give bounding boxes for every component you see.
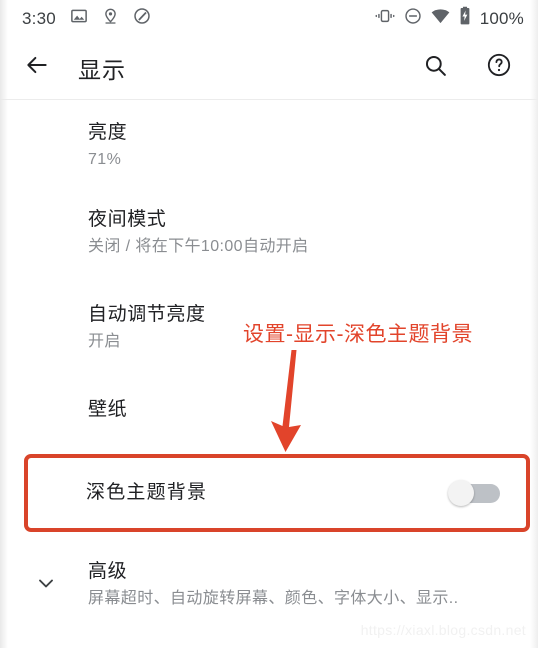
advanced-expand-button[interactable] xyxy=(26,565,66,605)
annotation-text: 设置-显示-深色主题背景 xyxy=(243,323,473,346)
status-bar-left: 3:30 xyxy=(22,7,151,30)
down-arrow-annotation-icon xyxy=(252,348,332,460)
setting-row-advanced[interactable]: 高级 屏幕超时、自动旋转屏幕、颜色、字体大小、显示.. xyxy=(0,542,538,628)
row-text: 高级 屏幕超时、自动旋转屏幕、颜色、字体大小、显示.. xyxy=(88,559,512,610)
row-title: 夜间模式 xyxy=(88,209,167,231)
help-button[interactable] xyxy=(482,51,516,85)
setting-row-night-mode[interactable]: 夜间模式 关闭 / 将在下午10:00自动开启 xyxy=(0,184,538,282)
battery-percent-label: 100% xyxy=(479,8,524,28)
toggle-thumb xyxy=(448,480,474,506)
search-button[interactable] xyxy=(418,51,452,85)
do-not-disturb-slash-icon xyxy=(133,7,151,30)
row-title: 深色主题背景 xyxy=(86,482,208,504)
row-text: 深色主题背景 xyxy=(86,480,448,506)
status-bar: 3:30 100% xyxy=(0,0,538,36)
back-arrow-icon xyxy=(24,52,50,83)
row-subtitle: 71% xyxy=(88,151,122,169)
status-time: 3:30 xyxy=(22,8,56,28)
setting-row-dark-theme[interactable]: 深色主题背景 xyxy=(24,454,530,532)
row-text: 夜间模式 关闭 / 将在下午10:00自动开启 xyxy=(88,207,512,258)
setting-row-brightness[interactable]: 亮度 71% xyxy=(0,108,538,184)
search-icon xyxy=(423,53,448,83)
app-bar: 显示 xyxy=(0,36,538,100)
help-circle-icon xyxy=(486,52,512,83)
status-bar-right: 100% xyxy=(375,6,524,30)
page-title: 显示 xyxy=(78,56,126,83)
dark-theme-toggle[interactable] xyxy=(448,480,500,506)
row-text: 亮度 71% xyxy=(88,120,512,171)
wifi-icon xyxy=(431,8,450,29)
back-button[interactable] xyxy=(18,49,56,87)
image-icon xyxy=(70,7,88,30)
app-bar-actions xyxy=(418,51,516,85)
row-title: 亮度 xyxy=(88,122,128,144)
row-subtitle: 屏幕超时、自动旋转屏幕、颜色、字体大小、显示.. xyxy=(88,590,459,608)
phone-screen: 3:30 100% 显示 亮度 71% 夜间模式 关闭 / 将在下午10:00自… xyxy=(0,0,538,648)
watermark: https://xiaxl.blog.csdn.net xyxy=(360,622,526,638)
dnd-minus-circle-icon xyxy=(404,7,422,30)
vibrate-icon xyxy=(375,8,395,29)
battery-charging-icon xyxy=(459,6,471,30)
chevron-down-icon xyxy=(34,571,58,600)
row-title: 高级 xyxy=(88,561,128,583)
location-pin-icon xyxy=(102,7,119,30)
row-subtitle: 关闭 / 将在下午10:00自动开启 xyxy=(88,238,309,256)
